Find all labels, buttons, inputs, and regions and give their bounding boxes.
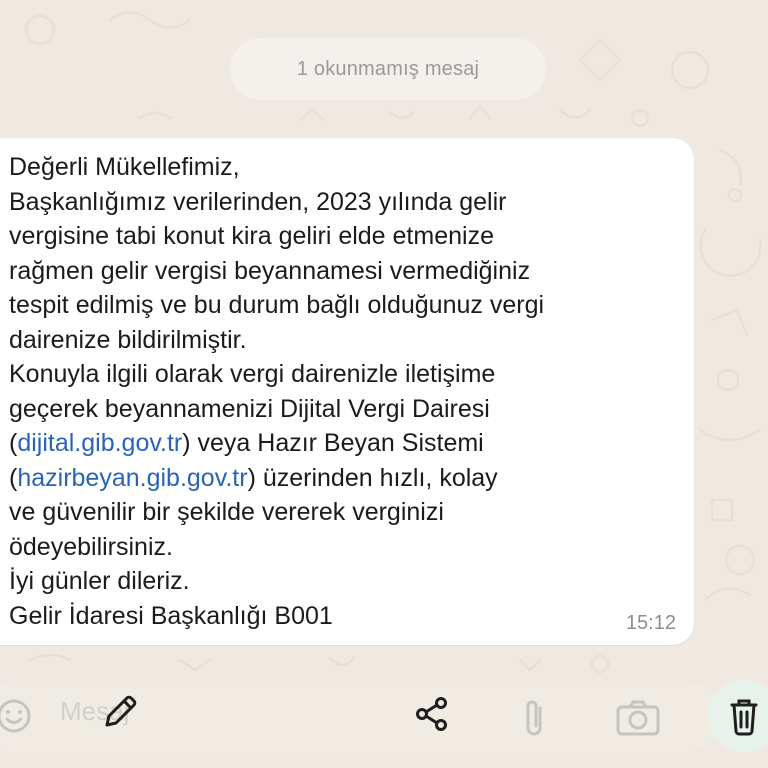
action-bar: Mesaj xyxy=(0,660,768,768)
message-line: tespit edilmiş ve bu durum bağlı olduğun… xyxy=(9,291,545,319)
message-text-segment: ) üzerinden hızlı, kolay xyxy=(247,463,498,492)
incoming-message-bubble[interactable]: Değerli Mükellefimiz, Başkanlığımız veril… xyxy=(0,138,694,645)
message-line: Değerli Mükellefimiz, xyxy=(9,153,240,181)
unread-messages-banner: 1 okunmamış mesaj xyxy=(230,38,546,100)
message-link[interactable]: hazirbeyan.gib.gov.tr xyxy=(17,464,247,492)
unread-messages-label: 1 okunmamış mesaj xyxy=(296,57,480,80)
message-line: Konuyla ilgili olarak vergi dairenizle i… xyxy=(9,360,496,388)
message-timestamp: 15:12 xyxy=(625,612,676,634)
message-line: Başkanlığımız verilerinden, 2023 yılında… xyxy=(9,187,507,216)
message-line: (dijital.gib.gov.tr) veya Hazır Beyan Si… xyxy=(9,426,669,461)
message-line: İyi günler dileriz. xyxy=(9,567,190,595)
message-line: ve güvenilir bir şekilde vererek vergini… xyxy=(9,498,444,526)
message-line: (hazirbeyan.gib.gov.tr) üzerinden hızlı,… xyxy=(9,461,669,496)
message-line: vergisine tabi konut kira geliri elde et… xyxy=(9,222,494,250)
message-line: Gelir İdaresi Başkanlığı B001 xyxy=(9,601,333,630)
attach-icon xyxy=(514,696,554,740)
message-line: ödeyebilirsiniz. xyxy=(9,532,173,561)
delete-icon[interactable] xyxy=(722,694,766,738)
message-text-segment: ) veya Hazır Beyan Sistemi xyxy=(182,429,484,457)
edit-icon[interactable] xyxy=(100,692,140,732)
camera-icon xyxy=(614,698,662,738)
message-line: geçerek beyannamenizi Dijital Vergi Dair… xyxy=(9,394,490,423)
share-icon[interactable] xyxy=(412,694,452,734)
message-link[interactable]: dijital.gib.gov.tr xyxy=(17,429,182,457)
emoji-icon xyxy=(0,696,34,736)
message-body: Değerli Mükellefimiz, Başkanlığımız veril… xyxy=(9,150,669,633)
message-line: rağmen gelir vergisi beyannamesi vermedi… xyxy=(9,256,531,285)
message-line: dairenize bildirilmiştir. xyxy=(9,325,247,354)
